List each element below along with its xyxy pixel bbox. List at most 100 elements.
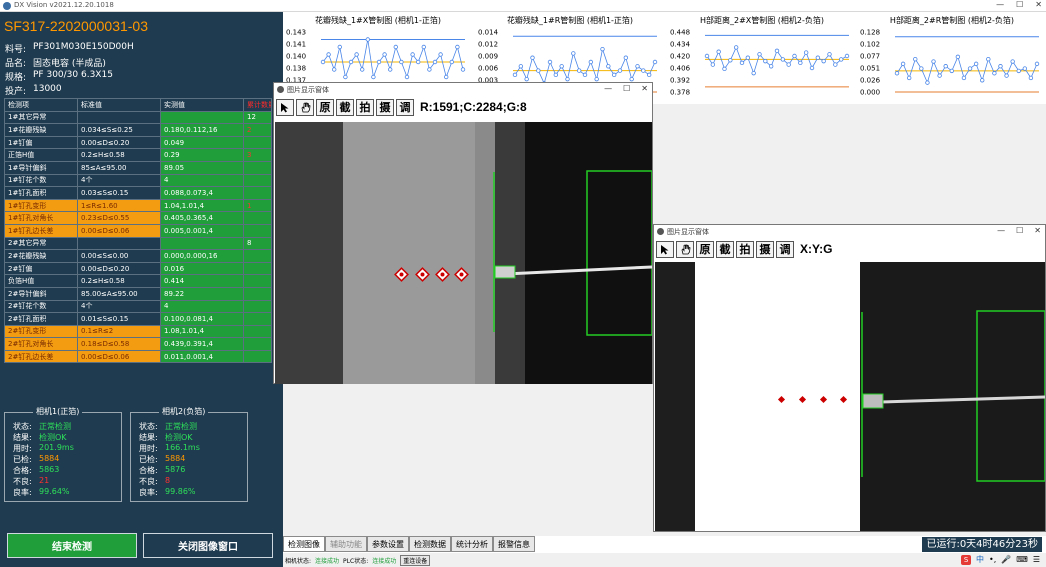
original-button[interactable]: 原 bbox=[696, 240, 714, 258]
cell-count bbox=[243, 223, 272, 238]
table-row[interactable]: 2#导针偏斜 85.00≤A≤95.00 89.22 bbox=[4, 286, 272, 301]
record-button[interactable]: 摄 bbox=[376, 98, 394, 116]
data-point bbox=[949, 68, 954, 74]
reconnect-button[interactable]: 重连设备 bbox=[400, 554, 431, 566]
crop-button[interactable]: 截 bbox=[716, 240, 734, 258]
table-row[interactable]: 2#钉花个数 4个 4 bbox=[4, 299, 272, 314]
minimize-button[interactable]: — bbox=[604, 84, 612, 93]
cell-count bbox=[243, 211, 272, 225]
window-icon bbox=[657, 228, 664, 235]
adjust-button[interactable]: 调 bbox=[776, 240, 794, 258]
table-row[interactable]: 2#花瓣残缺 0.00≤S≤0.00 0.000,0.000,16 bbox=[4, 249, 272, 263]
data-point bbox=[343, 74, 348, 80]
data-point bbox=[582, 72, 588, 78]
y-tick-label: 0.143 bbox=[286, 29, 306, 37]
close-button[interactable]: ✕ bbox=[1035, 0, 1042, 12]
table-row[interactable]: 1#钉偏 0.00≤D≤0.20 0.049 bbox=[4, 135, 272, 150]
cell-count bbox=[243, 135, 272, 150]
data-point bbox=[547, 59, 553, 65]
table-row[interactable]: 1#其它异常 12 bbox=[4, 110, 272, 125]
maximize-button[interactable]: ☐ bbox=[1016, 0, 1023, 12]
table-row[interactable]: 1#钉孔对角长 0.23≤D≤0.55 0.405,0.365,4 bbox=[4, 211, 272, 225]
data-point bbox=[998, 64, 1003, 69]
cell-item: 2#钉孔变形 bbox=[4, 324, 78, 339]
camera2-title: 相机2(负箔) bbox=[159, 406, 209, 417]
stat-label: 良率: bbox=[139, 488, 158, 497]
info-product-name: 品名: 固态电容 (半成品) bbox=[5, 59, 106, 69]
capture-button[interactable]: 拍 bbox=[356, 98, 374, 116]
table-row[interactable]: 2#钉偏 0.00≤D≤0.20 0.016 bbox=[4, 261, 272, 276]
keyboard-icon[interactable]: ⌨ bbox=[1016, 555, 1028, 564]
table-row[interactable]: 负箔H值 0.2≤H≤0.58 0.414 bbox=[4, 274, 272, 288]
crop-button[interactable]: 截 bbox=[336, 98, 354, 116]
close-image-window-button[interactable]: 关闭图像窗口 bbox=[143, 533, 273, 558]
microphone-icon[interactable]: 🎤 bbox=[1001, 555, 1011, 564]
close-button[interactable]: ✕ bbox=[1034, 226, 1041, 235]
maximize-button[interactable]: ☐ bbox=[1016, 226, 1023, 235]
cell-item: 2#钉孔边长差 bbox=[4, 349, 78, 364]
record-button[interactable]: 摄 bbox=[756, 240, 774, 258]
table-row[interactable]: 2#钉孔对角长 0.18≤D≤0.58 0.439,0.391,4 bbox=[4, 337, 272, 351]
camera-image-1[interactable] bbox=[275, 122, 652, 384]
cell-standard: 0.00≤S≤0.00 bbox=[77, 249, 161, 263]
data-point bbox=[710, 62, 716, 67]
data-point bbox=[786, 62, 791, 67]
image-window-1-titlebar[interactable]: 图片显示窗体 — ☐ ✕ bbox=[274, 83, 652, 97]
maximize-button[interactable]: ☐ bbox=[623, 84, 630, 93]
hand-icon[interactable] bbox=[296, 98, 314, 116]
data-point bbox=[798, 60, 803, 66]
end-inspection-button[interactable]: 结束检测 bbox=[7, 533, 137, 558]
tab-5[interactable]: 报警信息 bbox=[493, 536, 535, 552]
table-row[interactable]: 1#钉孔边长差 0.00≤D≤0.06 0.005,0.001,4 bbox=[4, 223, 272, 238]
cell-item: 1#其它异常 bbox=[4, 110, 78, 125]
image-window-2-titlebar[interactable]: 图片显示窗体 — ☐ ✕ bbox=[654, 225, 1045, 239]
cell-item: 2#钉孔面积 bbox=[4, 312, 78, 326]
minimize-button[interactable]: — bbox=[997, 226, 1005, 235]
data-point bbox=[518, 64, 524, 69]
original-button[interactable]: 原 bbox=[316, 98, 334, 116]
table-row[interactable]: 1#花瓣残缺 0.034≤S≤0.25 0.180,0.112,16 2 bbox=[4, 123, 272, 137]
data-point bbox=[617, 68, 623, 73]
ime-mode[interactable]: 中 bbox=[976, 554, 984, 565]
data-point bbox=[803, 50, 809, 55]
camera-image-2[interactable] bbox=[655, 262, 1045, 531]
cell-item: 2#其它异常 bbox=[4, 236, 78, 251]
menu-icon[interactable]: ☰ bbox=[1033, 555, 1040, 564]
data-point bbox=[399, 59, 404, 65]
table-row[interactable]: 正箔H值 0.2≤H≤0.58 0.29 3 bbox=[4, 148, 272, 162]
cell-item: 1#钉花个数 bbox=[4, 173, 78, 188]
pixel-readout: R:1591;C:2284;G:8 bbox=[420, 100, 527, 114]
capture-button[interactable]: 拍 bbox=[736, 240, 754, 258]
tab-4[interactable]: 统计分析 bbox=[451, 536, 493, 552]
adjust-button[interactable]: 调 bbox=[396, 98, 414, 116]
stat-label: 结果: bbox=[139, 433, 158, 442]
pointer-icon[interactable] bbox=[656, 240, 674, 258]
table-row[interactable]: 1#钉孔面积 0.03≤S≤0.15 0.088,0.073,4 bbox=[4, 186, 272, 200]
table-row[interactable]: 2#其它异常 8 bbox=[4, 236, 272, 251]
tab-2[interactable]: 参数设置 bbox=[367, 536, 409, 552]
tab-0[interactable]: 检测图像 bbox=[283, 536, 325, 552]
tab-3[interactable]: 检测数据 bbox=[409, 536, 451, 552]
hand-icon[interactable] bbox=[676, 240, 694, 258]
punctuation-icon[interactable]: •, bbox=[989, 555, 996, 564]
cell-actual: 1.04,1.01,4 bbox=[160, 198, 244, 213]
stat-label: 状态: bbox=[139, 422, 158, 431]
table-row[interactable]: 2#钉孔边长差 0.00≤D≤0.06 0.011,0.001,4 bbox=[4, 349, 272, 364]
cell-count bbox=[243, 324, 272, 339]
table-row[interactable]: 2#钉孔面积 0.01≤S≤0.15 0.100,0.081,4 bbox=[4, 312, 272, 326]
cell-standard: 0.1≤R≤2 bbox=[77, 324, 161, 339]
cell-actual: 0.000,0.000,16 bbox=[160, 249, 244, 263]
minimize-button[interactable]: — bbox=[996, 0, 1004, 12]
data-point bbox=[646, 72, 652, 78]
sogou-ime-icon[interactable]: S bbox=[961, 554, 972, 565]
tab-1[interactable]: 辅助功能 bbox=[325, 536, 367, 552]
table-row[interactable]: 2#钉孔变形 0.1≤R≤2 1.08,1.01,4 bbox=[4, 324, 272, 339]
table-row[interactable]: 1#钉花个数 4个 4 bbox=[4, 173, 272, 188]
data-point bbox=[768, 64, 774, 69]
pointer-icon[interactable] bbox=[276, 98, 294, 116]
data-point bbox=[704, 53, 710, 59]
close-button[interactable]: ✕ bbox=[641, 84, 648, 93]
data-point bbox=[460, 67, 466, 72]
table-row[interactable]: 1#导针偏斜 85≤A≤95.00 89.05 bbox=[4, 160, 272, 175]
table-row[interactable]: 1#钉孔变形 1≤R≤1.60 1.04,1.01,4 1 bbox=[4, 198, 272, 213]
